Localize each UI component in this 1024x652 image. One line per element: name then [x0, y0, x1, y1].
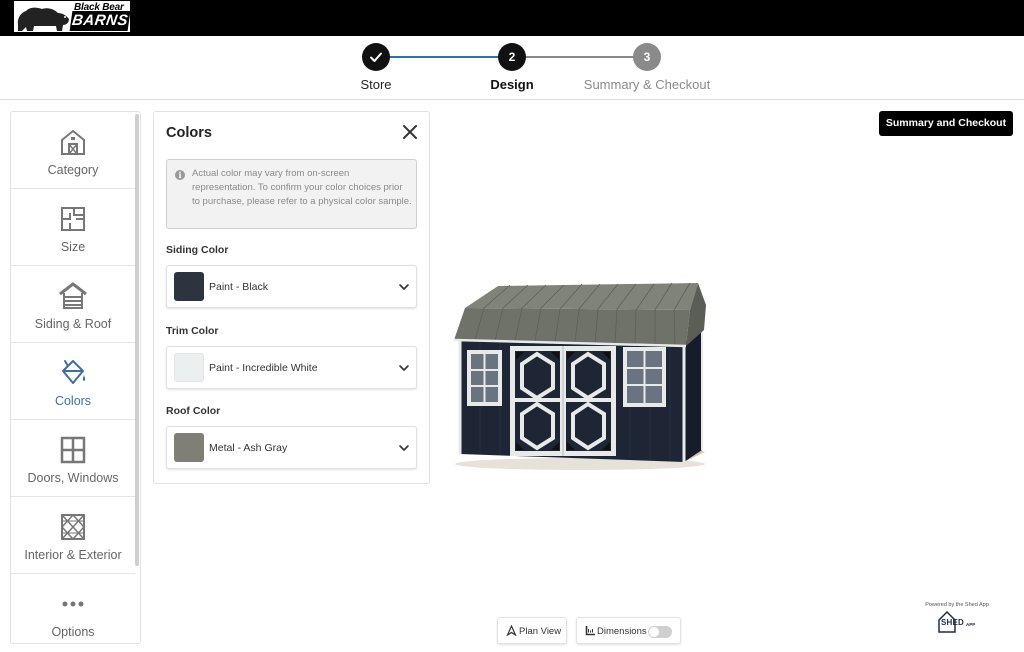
- roof-color-value: Metal - Ash Gray: [209, 442, 288, 454]
- siding-color-label: Siding Color: [166, 244, 229, 256]
- trim-color-label: Trim Color: [166, 325, 219, 337]
- siding-color-swatch: [174, 272, 204, 301]
- barn-icon: [61, 129, 85, 155]
- color-disclaimer: i Actual color may vary from on-screen r…: [166, 159, 417, 229]
- info-icon: i: [175, 170, 185, 180]
- sidebar-item-label: Colors: [54, 394, 92, 408]
- sidebar-item-label: Siding & Roof: [34, 317, 112, 331]
- top-bar: Black Bear BARNS: [0, 0, 1024, 36]
- step-summary-label[interactable]: Summary & Checkout: [567, 77, 727, 92]
- roof-color-select[interactable]: Metal - Ash Gray: [166, 426, 417, 469]
- chevron-down-icon: [399, 284, 409, 291]
- step-store-circle[interactable]: [362, 43, 390, 71]
- close-icon[interactable]: [400, 122, 420, 142]
- colors-panel: Colors i Actual color may vary from on-s…: [153, 111, 430, 484]
- plan-view-label: Plan View: [519, 626, 562, 637]
- shed-app-logo-sub: APP: [966, 622, 976, 627]
- check-icon: [370, 52, 382, 62]
- summary-checkout-button[interactable]: Summary and Checkout: [879, 111, 1013, 136]
- dimensions-label: Dimensions: [597, 626, 647, 637]
- sidebar-item-interior-exterior[interactable]: Interior & Exterior: [11, 497, 135, 574]
- powered-by-text: Powered by the Shed App: [925, 602, 989, 608]
- trim-color-select[interactable]: Paint - Incredible White: [166, 346, 417, 389]
- stepper-line-pending: [512, 56, 647, 58]
- sidebar-item-label: Doors, Windows: [27, 471, 119, 485]
- siding-color-value: Paint - Black: [209, 281, 268, 293]
- design-sidebar: Category Size Siding & Roof Colors Doors…: [10, 111, 141, 644]
- black-bear-barns-logo[interactable]: Black Bear BARNS: [13, 0, 131, 33]
- sidebar-item-category[interactable]: Category: [11, 112, 135, 189]
- paint-bucket-icon: [62, 360, 86, 384]
- window-icon: [60, 436, 86, 464]
- panel-title: Colors: [166, 125, 212, 141]
- brand-main-text: BARNS: [69, 11, 131, 31]
- sidebar-scrollbar[interactable]: [135, 114, 139, 566]
- step-summary-circle[interactable]: 3: [633, 43, 661, 71]
- dimensions-switch[interactable]: [648, 626, 672, 638]
- trim-color-value: Paint - Incredible White: [209, 362, 318, 374]
- sidebar-item-doors-windows[interactable]: Doors, Windows: [11, 420, 135, 497]
- floorplan-icon: [61, 207, 85, 231]
- trim-color-swatch: [174, 353, 204, 382]
- sidebar-item-label: Category: [47, 163, 99, 177]
- ruler-icon: [585, 626, 595, 636]
- plan-view-button[interactable]: Plan View: [497, 617, 567, 644]
- dimensions-toggle-button[interactable]: Dimensions: [576, 617, 681, 644]
- sidebar-item-siding-roof[interactable]: Siding & Roof: [11, 266, 135, 343]
- roof-color-label: Roof Color: [166, 405, 221, 417]
- sidebar-item-size[interactable]: Size: [11, 189, 135, 266]
- more-icon: [62, 601, 84, 607]
- chevron-down-icon: [399, 445, 409, 452]
- sidebar-item-label: Options: [51, 625, 95, 639]
- shed-3d-preview[interactable]: [440, 270, 720, 475]
- siding-color-select[interactable]: Paint - Black: [166, 265, 417, 308]
- roof-color-swatch: [174, 433, 204, 462]
- sidebar-item-label: Interior & Exterior: [24, 548, 122, 562]
- bear-logo-icon: [17, 7, 69, 32]
- disclaimer-text: Actual color may vary from on-screen rep…: [192, 168, 412, 207]
- sidebar-item-colors[interactable]: Colors: [11, 343, 135, 420]
- lattice-icon: [60, 513, 86, 541]
- shed-app-logo-text: SHED: [941, 618, 965, 627]
- roof-icon: [59, 282, 87, 309]
- stepper-line-complete: [376, 56, 512, 58]
- chevron-down-icon: [399, 365, 409, 372]
- sidebar-item-options[interactable]: Options: [11, 574, 135, 643]
- step-design-circle[interactable]: 2: [498, 43, 526, 71]
- checkout-stepper: 2 3 Store Design Summary & Checkout: [0, 36, 1024, 100]
- switch-knob: [649, 627, 659, 637]
- sidebar-item-label: Size: [60, 240, 86, 254]
- compass-icon: [506, 625, 517, 636]
